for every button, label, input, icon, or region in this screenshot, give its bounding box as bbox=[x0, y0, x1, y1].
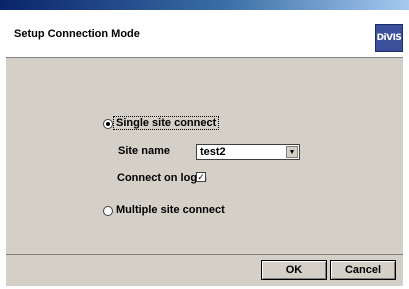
single-site-radio[interactable] bbox=[103, 119, 113, 129]
divis-logo: DiVIS bbox=[375, 24, 403, 52]
connect-on-login-label: Connect on login bbox=[117, 172, 207, 184]
multiple-site-radio[interactable] bbox=[103, 206, 113, 216]
multiple-site-label[interactable]: Multiple site connect bbox=[116, 204, 225, 216]
site-name-value: test2 bbox=[200, 146, 226, 158]
site-name-select[interactable]: test2 ▼ bbox=[196, 144, 300, 160]
connect-on-login-checkbox[interactable]: ✓ bbox=[196, 172, 206, 182]
cancel-button[interactable]: Cancel bbox=[330, 260, 396, 280]
chevron-down-icon[interactable]: ▼ bbox=[286, 146, 298, 158]
window-title-bar[interactable] bbox=[0, 0, 409, 10]
ok-button[interactable]: OK bbox=[261, 260, 327, 280]
site-name-label: Site name bbox=[118, 145, 170, 157]
single-site-label[interactable]: Single site connect bbox=[113, 116, 220, 130]
dialog-header: Setup Connection Mode DiVIS bbox=[6, 10, 403, 58]
dialog-title: Setup Connection Mode bbox=[14, 28, 140, 40]
